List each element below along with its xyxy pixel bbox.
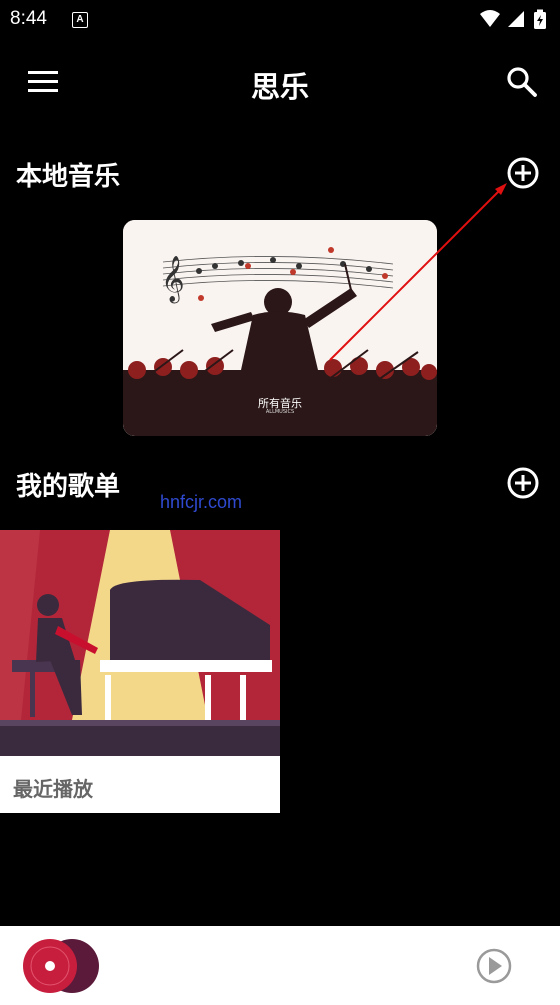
watermark-text: hnfcjr.com [160, 492, 243, 512]
mini-player[interactable] [0, 926, 560, 1005]
play-button[interactable] [474, 946, 514, 986]
my-playlists-title: 我的歌单 [16, 472, 121, 502]
disc-icon [23, 939, 99, 993]
pianist-illustration [0, 530, 280, 756]
album-disc[interactable] [22, 936, 102, 996]
play-circle-icon [476, 948, 512, 984]
add-circle-icon [507, 467, 539, 499]
add-playlist-button[interactable] [506, 466, 540, 500]
playlist-name: 最近播放 [13, 777, 93, 801]
playlist-card-recent[interactable]: 最近播放 [0, 530, 280, 813]
